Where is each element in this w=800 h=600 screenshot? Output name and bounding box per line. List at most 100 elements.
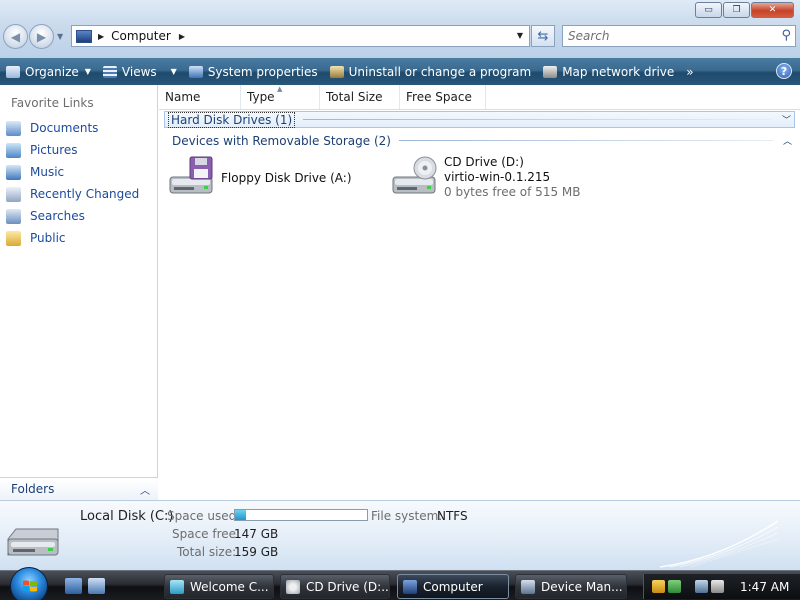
- chevron-down-icon: ▼: [170, 67, 177, 76]
- forward-button[interactable]: ▶: [29, 24, 54, 49]
- favorite-links-header: Favorite Links: [11, 96, 94, 110]
- computer-icon: [403, 579, 417, 594]
- breadcrumb-arrow-icon[interactable]: ▶: [98, 32, 104, 41]
- cd-drive-icon: [286, 579, 300, 594]
- refresh-icon: ⇆: [537, 28, 549, 44]
- computer-icon: [76, 29, 92, 43]
- uninstall-program-label: Uninstall or change a program: [348, 64, 532, 79]
- details-pane: Local Disk (C:) Space used: File system:…: [0, 500, 800, 570]
- space-used-label: Space used:: [167, 509, 241, 523]
- sort-indicator-icon: ▲: [277, 85, 283, 93]
- drive-item-cd[interactable]: CD Drive (D:) virtio-win-0.1.215 0 bytes…: [389, 155, 580, 200]
- welcome-center-icon: [170, 579, 184, 594]
- search-icon[interactable]: ⚲: [781, 28, 791, 43]
- file-list: Name ▲ Type Total Size Free Space Hard D…: [159, 85, 800, 500]
- sidebar-item-label: Pictures: [30, 143, 78, 157]
- group-header-removable-storage[interactable]: Devices with Removable Storage (2) ︿: [164, 132, 795, 149]
- navigation-pane: Favorite Links Documents Pictures Music …: [0, 85, 158, 500]
- taskbar-item-computer[interactable]: Computer: [397, 574, 509, 599]
- volume-muted-icon[interactable]: [711, 580, 724, 593]
- drive-free-space: 0 bytes free of 515 MB: [444, 185, 581, 199]
- show-desktop-icon[interactable]: [65, 578, 82, 594]
- space-free-label: Space free:: [172, 527, 241, 541]
- group-header-hard-disk-drives[interactable]: Hard Disk Drives (1) ﹀: [164, 111, 795, 128]
- window-controls: ▭ ❐ ✕: [694, 2, 794, 18]
- taskbar-item-label: Device Man...: [541, 579, 623, 594]
- switch-windows-icon[interactable]: [88, 578, 105, 594]
- selected-drive-name: Local Disk (C:): [80, 509, 174, 524]
- column-header-label: Total Size: [326, 90, 383, 104]
- address-dropdown-icon[interactable]: ▼: [517, 31, 523, 40]
- system-tray: 1:47 AM: [643, 574, 800, 599]
- drive-volume-label: virtio-win-0.1.215: [444, 170, 551, 184]
- taskbar-item-label: CD Drive (D:...: [306, 579, 390, 594]
- sidebar-item-label: Searches: [30, 209, 85, 223]
- group-divider: [303, 119, 772, 120]
- column-header-total-size[interactable]: Total Size: [320, 85, 400, 109]
- taskbar-item-label: Computer: [423, 579, 483, 594]
- clock[interactable]: 1:47 AM: [740, 580, 789, 594]
- more-commands-button[interactable]: »: [680, 58, 699, 85]
- help-icon: ?: [780, 64, 788, 78]
- back-arrow-icon: ◀: [10, 29, 21, 44]
- start-button[interactable]: [10, 567, 48, 600]
- sidebar-item-label: Recently Changed: [30, 187, 140, 201]
- column-header-label: Type: [247, 90, 275, 104]
- views-icon: [102, 65, 117, 78]
- sidebar-item-documents[interactable]: Documents: [6, 119, 98, 137]
- recently-changed-icon: [6, 186, 21, 202]
- chevron-up-icon: ︿: [140, 485, 150, 497]
- network-icon[interactable]: [695, 580, 708, 593]
- folders-toggle[interactable]: Folders ︿: [0, 477, 158, 500]
- taskbar-item-label: Welcome C...: [190, 579, 269, 594]
- sidebar-item-label: Public: [30, 231, 66, 245]
- back-button[interactable]: ◀: [3, 24, 28, 49]
- drive-label: Floppy Disk Drive (A:): [221, 171, 352, 186]
- minimize-button[interactable]: ▭: [695, 2, 722, 18]
- chevron-down-icon[interactable]: ﹀: [782, 113, 791, 126]
- views-label: Views: [121, 64, 157, 79]
- refresh-button[interactable]: ⇆: [531, 25, 555, 47]
- column-header-free-space[interactable]: Free Space: [400, 85, 486, 109]
- search-input[interactable]: Search ⚲: [562, 25, 796, 47]
- map-network-drive-button[interactable]: Map network drive: [537, 58, 680, 85]
- help-button[interactable]: ?: [776, 63, 792, 79]
- total-size-label: Total size:: [177, 545, 237, 559]
- views-button[interactable]: Views ▼: [97, 58, 183, 85]
- drive-item-floppy[interactable]: Floppy Disk Drive (A:): [166, 155, 352, 199]
- breadcrumb-arrow-icon[interactable]: ▶: [179, 32, 185, 41]
- maximize-button[interactable]: ❐: [723, 2, 750, 18]
- sidebar-item-public[interactable]: Public: [6, 229, 66, 247]
- sidebar-item-searches[interactable]: Searches: [6, 207, 85, 225]
- windows-update-icon[interactable]: [668, 580, 681, 593]
- taskbar-item-cd-drive[interactable]: CD Drive (D:...: [280, 574, 390, 599]
- breadcrumb-computer[interactable]: Computer: [111, 29, 171, 43]
- music-icon: [6, 164, 21, 180]
- map-network-drive-label: Map network drive: [562, 64, 675, 79]
- group-divider: [398, 140, 773, 141]
- pictures-icon: [6, 142, 21, 158]
- drive-name: Floppy Disk Drive (A:): [221, 171, 352, 185]
- organize-button[interactable]: Organize ▼: [0, 58, 97, 85]
- sidebar-item-music[interactable]: Music: [6, 163, 64, 181]
- close-button[interactable]: ✕: [751, 2, 794, 18]
- group-label: Hard Disk Drives (1): [168, 111, 296, 128]
- sidebar-item-pictures[interactable]: Pictures: [6, 141, 78, 159]
- taskbar-item-device-manager[interactable]: Device Man...: [515, 574, 627, 599]
- recent-pages-dropdown-icon[interactable]: ▼: [57, 32, 63, 41]
- column-header-name[interactable]: Name: [159, 85, 241, 109]
- chevron-up-icon[interactable]: ︿: [783, 134, 792, 147]
- decorative-swoosh: [660, 520, 779, 568]
- sidebar-item-recently-changed[interactable]: Recently Changed: [6, 185, 139, 203]
- address-bar[interactable]: ▶ Computer ▶ ▼: [71, 25, 530, 47]
- cd-drive-icon: [389, 155, 439, 199]
- overflow-chevron-icon: »: [686, 64, 694, 79]
- system-properties-button[interactable]: System properties: [183, 58, 324, 85]
- organize-label: Organize: [25, 64, 79, 79]
- uninstall-program-button[interactable]: Uninstall or change a program: [324, 58, 538, 85]
- chevron-down-icon: ▼: [84, 67, 91, 76]
- security-shield-icon[interactable]: [652, 580, 665, 593]
- taskbar-item-welcome[interactable]: Welcome C...: [164, 574, 274, 599]
- uninstall-program-icon: [329, 65, 344, 78]
- column-header-type[interactable]: ▲ Type: [241, 85, 320, 109]
